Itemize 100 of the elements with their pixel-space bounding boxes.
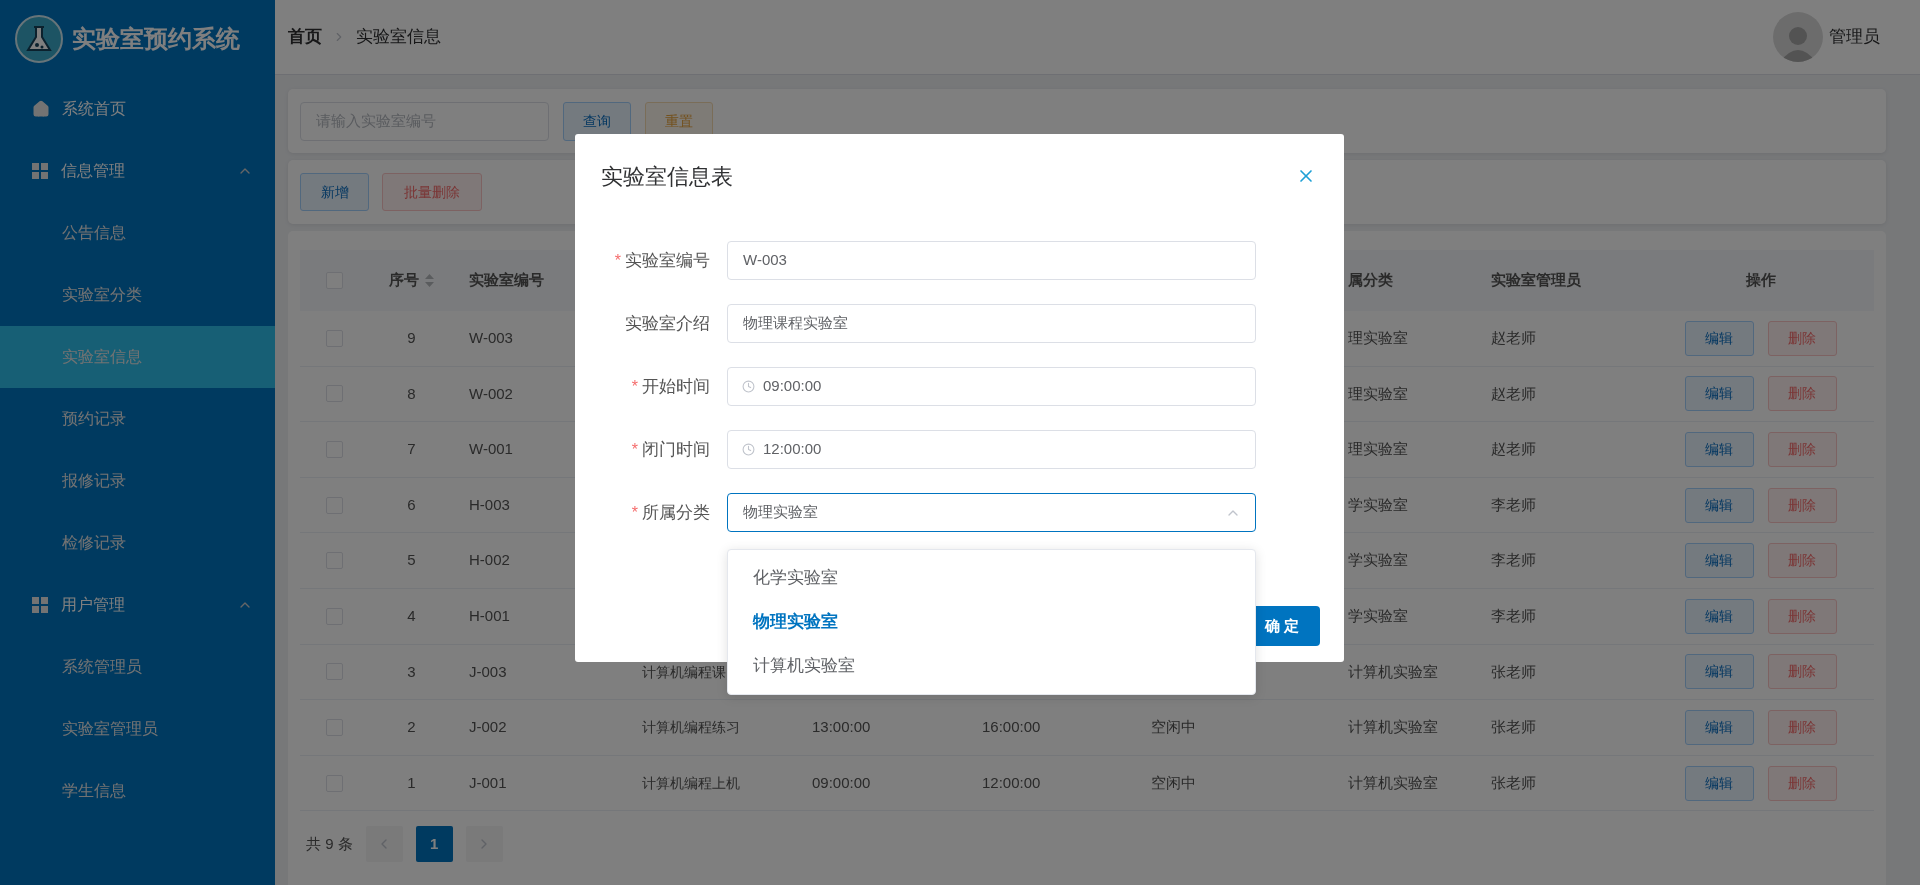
sidebar-item[interactable]: 预约记录 — [0, 388, 275, 450]
column-header: 实验室编号 — [469, 271, 544, 289]
table-cell: H-001 — [469, 607, 510, 624]
table-cell: 计算机实验室 — [1348, 662, 1438, 680]
total-count: 共 9 条 — [306, 834, 353, 855]
grid-icon — [32, 597, 48, 613]
table-cell: 计算机实验室 — [1348, 773, 1438, 791]
button[interactable]: 删除 — [1767, 709, 1837, 745]
next-page-button[interactable] — [465, 826, 503, 863]
table-cell: J-002 — [469, 718, 507, 736]
button[interactable]: 编辑 — [1684, 709, 1754, 745]
table-cell: 计算机编程课 — [642, 663, 726, 680]
table-cell: W-002 — [469, 384, 513, 402]
table-cell: 3 — [407, 662, 416, 680]
button[interactable]: 编辑 — [1684, 320, 1754, 356]
previous-page-button[interactable] — [365, 826, 403, 863]
table-cell: 7 — [407, 440, 416, 458]
field-label: 开始时间 — [642, 375, 710, 398]
button[interactable]: 删除 — [1767, 654, 1837, 690]
table-cell: J-003 — [469, 662, 507, 680]
table-cell: 李老师 — [1491, 551, 1536, 569]
dropdown-option[interactable]: 计算机实验室 — [728, 644, 1255, 688]
dialog-title: 实验室信息表 — [601, 162, 734, 191]
table-cell: 计算机实验室 — [1348, 718, 1438, 736]
breadcrumb-item[interactable]: 首页 — [288, 24, 322, 50]
column-header: 实验室管理员 — [1491, 271, 1581, 289]
table-cell: 赵老师 — [1491, 384, 1536, 402]
table-cell: W-003 — [469, 329, 513, 347]
time-field[interactable]: 12:00:00 — [727, 430, 1256, 469]
button[interactable]: 编辑 — [1684, 376, 1754, 412]
button[interactable]: 删除 — [1767, 765, 1837, 801]
column-header[interactable]: 序号 — [389, 269, 419, 292]
dropdown-option[interactable]: 化学实验室 — [728, 556, 1255, 600]
time-field[interactable]: 09:00:00 — [727, 367, 1256, 406]
table-cell: H-002 — [469, 551, 510, 569]
sidebar-item[interactable]: 检修记录 — [0, 512, 275, 574]
table-cell: 张老师 — [1491, 718, 1536, 736]
required-mark: * — [631, 439, 638, 460]
table-cell: 张老师 — [1491, 662, 1536, 680]
column-header: 属分类 — [1348, 271, 1393, 289]
required-mark: * — [631, 376, 638, 397]
button[interactable]: 删除 — [1767, 376, 1837, 412]
field-label: 实验室介绍 — [625, 312, 710, 335]
input-field[interactable]: 物理课程实验室 — [727, 304, 1256, 343]
sidebar-item[interactable]: 报修记录 — [0, 450, 275, 512]
input-field[interactable]: W-003 — [727, 241, 1256, 280]
field-label: 实验室编号 — [625, 249, 710, 272]
table-cell: 空闲中 — [1151, 773, 1196, 791]
button[interactable]: 编辑 — [1684, 598, 1754, 634]
table-cell: 12:00:00 — [982, 773, 1041, 791]
button[interactable]: 编辑 — [1684, 432, 1754, 467]
table-cell: H-003 — [469, 495, 510, 513]
home-icon — [32, 100, 50, 118]
sidebar-item[interactable]: 实验室分类 — [0, 264, 275, 326]
button[interactable]: 删除 — [1767, 432, 1837, 467]
button[interactable]: 删除 — [1767, 320, 1837, 356]
sidebar-group[interactable]: 用户管理 — [0, 574, 275, 636]
button[interactable]: 编辑 — [1684, 765, 1754, 801]
sidebar-item[interactable]: 公告信息 — [0, 202, 275, 264]
breadcrumb-item: 实验室信息 — [356, 26, 441, 49]
user-name[interactable]: 管理员 — [1829, 24, 1880, 50]
field-label: 闭门时间 — [642, 438, 710, 461]
page-button[interactable]: 1 — [415, 826, 453, 863]
button[interactable]: 编辑 — [1684, 487, 1754, 523]
button[interactable]: 新增 — [300, 173, 369, 211]
table-cell: 计算机编程练习 — [642, 719, 740, 736]
sidebar-item[interactable]: 实验室信息 — [0, 326, 275, 388]
field-label: 所属分类 — [642, 501, 710, 524]
select-field[interactable]: 物理实验室 — [727, 493, 1256, 532]
avatar[interactable] — [1773, 12, 1823, 62]
button[interactable]: 批量删除 — [382, 173, 482, 211]
button[interactable]: 编辑 — [1684, 654, 1754, 690]
table-cell: 理实验室 — [1348, 440, 1408, 458]
button[interactable]: 删除 — [1767, 487, 1837, 523]
button[interactable]: 编辑 — [1684, 543, 1754, 579]
table-cell: W-001 — [469, 440, 513, 458]
grid-icon — [32, 163, 48, 179]
table-cell: 空闲中 — [1151, 718, 1196, 736]
required-mark: * — [631, 502, 638, 523]
table-cell: 学实验室 — [1348, 551, 1408, 569]
table-cell: 16:00:00 — [982, 718, 1041, 736]
table-cell: 计算机编程上机 — [642, 774, 740, 791]
sidebar-item[interactable]: 实验室管理员 — [0, 698, 275, 760]
sort-icon[interactable] — [425, 274, 434, 287]
sidebar-item[interactable]: 系统管理员 — [0, 636, 275, 698]
button[interactable]: 删除 — [1767, 543, 1837, 579]
table-cell: 赵老师 — [1491, 329, 1536, 347]
sidebar-item[interactable]: 系统首页 — [0, 78, 275, 140]
sidebar-item[interactable]: 学生信息 — [0, 760, 275, 822]
required-mark: * — [614, 250, 621, 271]
table-cell: 4 — [407, 607, 416, 624]
table-cell: 学实验室 — [1348, 495, 1408, 513]
table-cell: 理实验室 — [1348, 329, 1408, 347]
button[interactable]: 删除 — [1767, 598, 1837, 634]
clock-icon — [742, 380, 755, 393]
sidebar-group[interactable]: 信息管理 — [0, 140, 275, 202]
table-cell: 8 — [407, 384, 416, 402]
table-cell: 09:00:00 — [812, 773, 871, 791]
table-cell: 13:00:00 — [812, 718, 871, 736]
table-cell: 李老师 — [1491, 495, 1536, 513]
